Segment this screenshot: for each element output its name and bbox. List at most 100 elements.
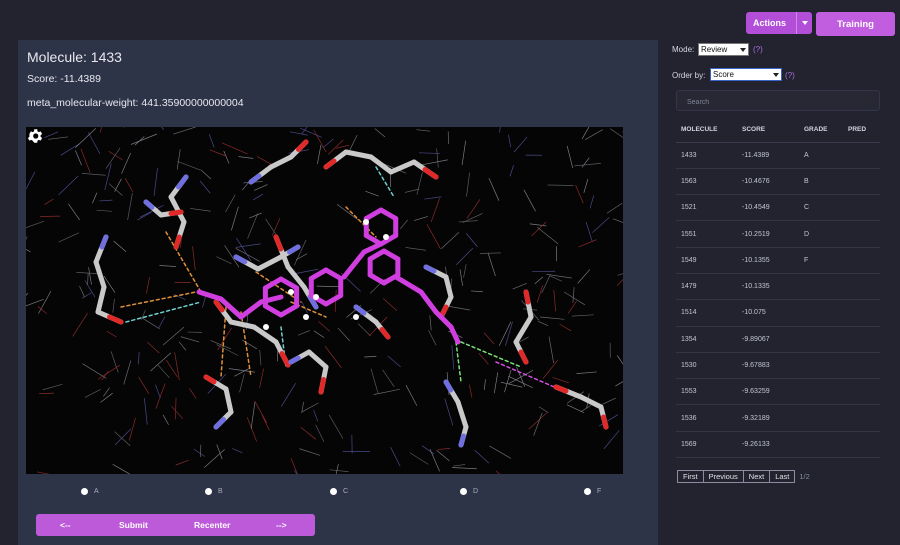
submit-button[interactable]: Submit: [119, 520, 148, 530]
radio-f[interactable]: [584, 488, 591, 495]
table-row[interactable]: 1569 -9.26133: [676, 431, 880, 459]
next-button[interactable]: -->: [276, 520, 287, 530]
cell-grade: B: [799, 168, 843, 196]
table-row[interactable]: 1354 -9.89067: [676, 326, 880, 353]
radio-d[interactable]: [460, 488, 467, 495]
cell-grade: [799, 326, 843, 353]
table-row[interactable]: 1551 -10.2519 D: [676, 220, 880, 248]
mode-help-link[interactable]: (?): [753, 45, 763, 54]
cell-score: -10.1355: [737, 247, 799, 274]
first-page-button[interactable]: First: [677, 470, 704, 483]
radio-b[interactable]: [205, 488, 212, 495]
cell-molecule: 1553: [676, 378, 737, 406]
cell-pred: [843, 299, 880, 327]
actions-dropdown-button[interactable]: Actions: [746, 12, 812, 34]
cell-molecule: 1536: [676, 404, 737, 432]
mode-value: Review: [701, 45, 728, 54]
molecule-weight: meta_molecular-weight: 441.3590000000000…: [27, 97, 244, 109]
grade-radio-group: A B C D F: [18, 488, 658, 502]
cell-pred: [843, 142, 880, 169]
molecule-3d-viewer[interactable]: [26, 127, 623, 474]
order-by-label: Order by:: [672, 71, 706, 80]
search-box[interactable]: [676, 90, 880, 112]
mode-label: Mode:: [672, 45, 695, 54]
residue-sticks: [93, 139, 609, 448]
grade-option-d[interactable]: D: [460, 488, 478, 495]
cell-pred: [843, 378, 880, 406]
cell-molecule: 1569: [676, 431, 737, 459]
table-row[interactable]: 1549 -10.1355 F: [676, 247, 880, 274]
table-row[interactable]: 1553 -9.63259: [676, 378, 880, 406]
table-row[interactable]: 1479 -10.1335: [676, 273, 880, 301]
cell-grade: F: [799, 247, 843, 274]
column-header-molecule[interactable]: MOLECULE: [676, 118, 737, 143]
grade-label: C: [343, 488, 349, 495]
pagination: First Previous Next Last 1/2: [677, 470, 810, 483]
chevron-down-icon[interactable]: [796, 12, 812, 34]
mode-select[interactable]: Review: [698, 43, 749, 56]
cell-grade: [799, 299, 843, 327]
cell-score: -9.32189: [737, 404, 799, 432]
molecule-render[interactable]: [26, 127, 623, 474]
cell-score: -10.075: [737, 299, 799, 327]
molecule-title: Molecule: 1433: [27, 49, 122, 65]
cell-pred: [843, 194, 880, 222]
cell-pred: [843, 352, 880, 380]
table-row[interactable]: 1563 -10.4676 B: [676, 168, 880, 196]
order-by-value: Score: [713, 70, 734, 79]
actions-label: Actions: [753, 18, 787, 28]
table-row[interactable]: 1521 -10.4549 C: [676, 194, 880, 222]
table-row[interactable]: 1433 -11.4389 A: [676, 142, 880, 169]
cell-pred: [843, 431, 880, 459]
cell-molecule: 1549: [676, 247, 737, 274]
recenter-button[interactable]: Recenter: [194, 520, 230, 530]
cell-pred: [843, 168, 880, 196]
grade-option-f[interactable]: F: [584, 488, 601, 495]
cell-score: -9.63259: [737, 378, 799, 406]
cell-score: -10.4676: [737, 168, 799, 196]
grade-option-c[interactable]: C: [330, 488, 348, 495]
cell-pred: [843, 247, 880, 274]
cell-score: -9.26133: [737, 431, 799, 459]
next-page-button[interactable]: Next: [742, 470, 771, 483]
column-header-score[interactable]: SCORE: [737, 118, 799, 143]
cell-molecule: 1514: [676, 299, 737, 327]
last-page-button[interactable]: Last: [769, 470, 796, 483]
order-by-select[interactable]: Score: [710, 68, 782, 81]
search-input[interactable]: [677, 93, 879, 112]
cell-grade: [799, 404, 843, 432]
table-row[interactable]: 1530 -9.67883: [676, 352, 880, 380]
interaction-lines: [120, 166, 567, 393]
table-row[interactable]: 1536 -9.32189: [676, 404, 880, 432]
settings-gear-icon[interactable]: [26, 127, 44, 145]
radio-c[interactable]: [330, 488, 337, 495]
cell-grade: D: [799, 220, 843, 248]
results-table: MOLECULE SCORE GRADE PRED 1433 -11.4389 A 1…: [676, 118, 880, 459]
cell-molecule: 1551: [676, 220, 737, 248]
molecule-score: Score: -11.4389: [27, 73, 101, 85]
radio-a[interactable]: [81, 488, 88, 495]
cell-molecule: 1479: [676, 273, 737, 301]
cell-molecule: 1521: [676, 194, 737, 222]
column-header-pred[interactable]: PRED: [843, 118, 880, 143]
grade-label: D: [473, 488, 479, 495]
cell-grade: [799, 352, 843, 380]
grade-option-b[interactable]: B: [205, 488, 223, 495]
grade-label: B: [218, 488, 223, 495]
training-button[interactable]: Training: [816, 12, 895, 36]
cell-pred: [843, 326, 880, 353]
table-row[interactable]: 1514 -10.075: [676, 299, 880, 327]
cell-molecule: 1354: [676, 326, 737, 353]
cell-pred: [843, 404, 880, 432]
cell-score: -11.4389: [737, 142, 799, 169]
grade-option-a[interactable]: A: [81, 488, 99, 495]
cell-grade: C: [799, 194, 843, 222]
order-help-link[interactable]: (?): [785, 71, 795, 80]
page-indicator: 1/2: [799, 472, 810, 481]
previous-page-button[interactable]: Previous: [702, 470, 744, 483]
cell-grade: [799, 378, 843, 406]
cell-grade: [799, 273, 843, 301]
cell-pred: [843, 273, 880, 301]
column-header-grade[interactable]: GRADE: [799, 118, 843, 143]
previous-button[interactable]: <--: [60, 520, 71, 530]
